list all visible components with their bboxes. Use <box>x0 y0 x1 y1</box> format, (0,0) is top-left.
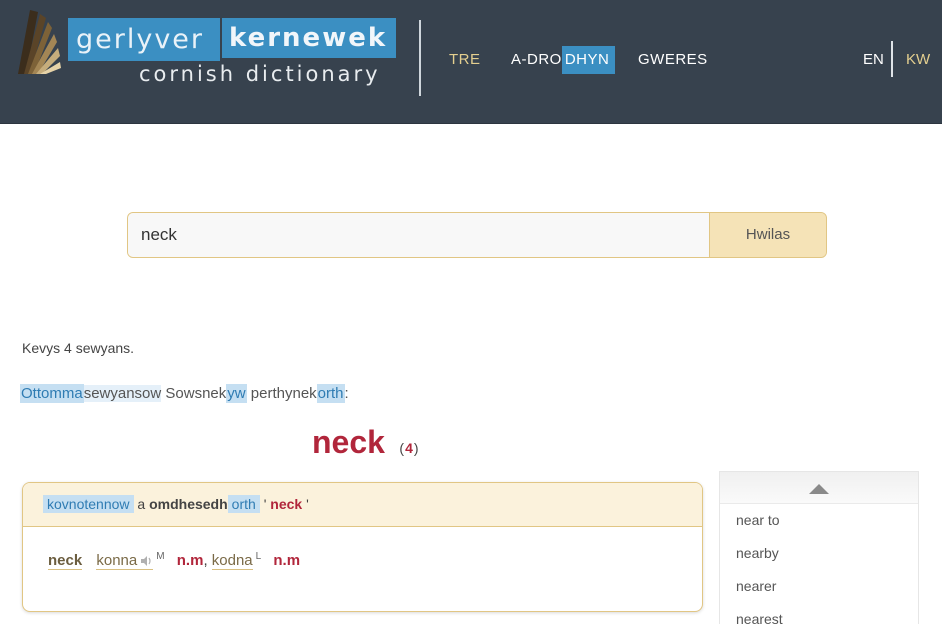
word-orth: orth <box>316 384 345 403</box>
count-value: 4 <box>405 440 414 456</box>
speaker-icon[interactable] <box>140 555 153 567</box>
nearby-word-item[interactable]: nearby <box>736 543 779 563</box>
word-sowsnek: Sowsnek <box>165 385 227 402</box>
comma: , <box>203 552 208 569</box>
quote-close: ' <box>306 496 309 512</box>
headword-text[interactable]: neck <box>312 424 385 460</box>
pos-nm-2: n.m <box>273 552 301 569</box>
colon: : <box>344 385 349 402</box>
entry-card-header: kovnotennow a omdhesedh orth ' neck ' <box>23 483 702 527</box>
word-yw: yw <box>226 384 247 403</box>
lang-en-link[interactable]: EN <box>863 46 884 74</box>
headword-count: (4) <box>399 440 419 456</box>
translation-konna-link[interactable]: konna <box>96 552 154 570</box>
word-sewyansow: sewyansow <box>83 385 162 402</box>
lang-kw-link[interactable]: KW <box>906 46 930 74</box>
scroll-up-button[interactable] <box>720 472 918 504</box>
nearby-word-item[interactable]: nearer <box>736 576 776 596</box>
translation-konna-text: konna <box>96 552 138 569</box>
search-bar: Hwilas <box>127 212 827 258</box>
nav-dhyn-part: DHYN <box>561 46 616 74</box>
nearby-word-item[interactable]: nearest <box>736 609 783 624</box>
site-header: gerlyver kernewek cornish dictionary TRE… <box>0 0 942 124</box>
dialect-marker-l: L <box>255 551 262 562</box>
translation-kodna-link[interactable]: kodna <box>211 552 253 570</box>
word-a: a <box>137 496 146 512</box>
fan-logo-icon[interactable] <box>16 8 62 76</box>
nearby-word-item[interactable]: near to <box>736 510 780 530</box>
dialect-marker-m: M <box>156 551 165 562</box>
word-omdhesedh: omdhesedh <box>149 496 228 512</box>
word-perthynek: perthynek <box>250 385 317 402</box>
nearby-words-panel: near to nearby nearer nearest <box>719 471 919 624</box>
logo-subtitle[interactable]: cornish dictionary <box>139 60 381 88</box>
result-count: Kevys 4 sewyans. <box>22 340 135 356</box>
nav-adro-part: A-DRO <box>511 51 562 68</box>
english-term-link[interactable]: neck <box>48 552 83 570</box>
up-arrow-icon <box>809 484 829 494</box>
entry-card-header-text: kovnotennow a omdhesedh orth ' neck ' <box>43 493 309 515</box>
logo-word-gerlyver[interactable]: gerlyver <box>68 18 220 61</box>
headword: neck (4) <box>312 424 420 461</box>
entry-card: kovnotennow a omdhesedh orth ' neck ' nec… <box>22 482 703 612</box>
pos-nm-1: n.m <box>176 552 204 569</box>
count-close: ) <box>413 440 420 456</box>
entry-card-body: neck konna M n.m, kodna L n.m <box>48 545 300 573</box>
search-button[interactable]: Hwilas <box>710 213 826 257</box>
lang-divider <box>891 41 893 77</box>
search-input[interactable] <box>128 213 710 257</box>
word-kovnotennow: kovnotennow <box>43 495 134 513</box>
nav-adro-dhyn-link[interactable]: A-DRO DHYN <box>511 46 616 74</box>
nav-tre-link[interactable]: TRE <box>449 46 481 74</box>
header-divider <box>419 20 421 96</box>
other-results-line: Ottommasewyansow Sowsnekyw perthynekorth… <box>20 382 349 406</box>
quote-open: ' <box>263 496 267 512</box>
nav-gweres-link[interactable]: GWERES <box>638 46 708 74</box>
word-ottomma: Ottomma <box>20 384 84 403</box>
entry-term: neck <box>270 496 303 512</box>
logo-word-kernewek[interactable]: kernewek <box>222 18 396 58</box>
word-orth-2: orth <box>227 495 260 513</box>
